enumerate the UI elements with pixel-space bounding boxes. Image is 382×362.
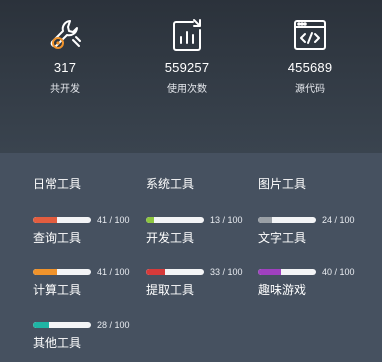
tool-query[interactable]: 41 / 100 查询工具 bbox=[33, 215, 148, 246]
stat-developed: 317 共开发 bbox=[5, 16, 125, 95]
usage-bar-fill bbox=[146, 217, 154, 223]
stat-usage: 559257 使用次数 bbox=[127, 16, 247, 95]
usage-bar bbox=[258, 269, 316, 275]
usage-bar bbox=[33, 269, 91, 275]
category-image[interactable]: 图片工具 bbox=[258, 175, 306, 192]
category-system[interactable]: 系统工具 bbox=[146, 175, 194, 192]
usage-count: 41 / 100 bbox=[97, 215, 130, 225]
code-window-icon bbox=[294, 20, 326, 50]
stat-label: 源代码 bbox=[295, 84, 325, 95]
stats-panel: 317 共开发 559257 使用次数 455689 源代码 bbox=[0, 0, 382, 153]
category-daily[interactable]: 日常工具 bbox=[33, 175, 81, 192]
tool-dev[interactable]: 13 / 100 开发工具 bbox=[146, 215, 261, 246]
usage-count: 28 / 100 bbox=[97, 320, 130, 330]
tool-name: 文字工具 bbox=[258, 231, 307, 245]
usage-bar bbox=[258, 217, 316, 223]
usage-count: 13 / 100 bbox=[210, 215, 243, 225]
tool-calc[interactable]: 41 / 100 计算工具 bbox=[33, 267, 148, 298]
usage-bar-fill bbox=[33, 217, 57, 223]
tool-extract[interactable]: 33 / 100 提取工具 bbox=[146, 267, 261, 298]
usage-bar bbox=[146, 217, 204, 223]
usage-bar-fill bbox=[33, 322, 50, 328]
tool-text[interactable]: 24 / 100 文字工具 bbox=[258, 215, 373, 246]
usage-count: 24 / 100 bbox=[322, 215, 355, 225]
usage-bar-fill bbox=[258, 269, 282, 275]
stat-source: 455689 源代码 bbox=[250, 16, 370, 95]
stat-label: 使用次数 bbox=[167, 84, 207, 95]
tool-other[interactable]: 28 / 100 其他工具 bbox=[33, 320, 148, 351]
stat-value: 455689 bbox=[287, 60, 333, 75]
usage-bar bbox=[33, 322, 91, 328]
stat-value: 317 bbox=[53, 60, 77, 75]
usage-count: 40 / 100 bbox=[322, 267, 355, 277]
stat-label: 共开发 bbox=[50, 84, 80, 95]
tool-name: 提取工具 bbox=[146, 283, 195, 297]
tool-name: 计算工具 bbox=[33, 283, 82, 297]
tool-name: 开发工具 bbox=[146, 231, 195, 245]
usage-bar bbox=[33, 217, 91, 223]
usage-count: 33 / 100 bbox=[210, 267, 243, 277]
usage-bar-fill bbox=[146, 269, 166, 275]
tools-panel: 日常工具 系统工具 图片工具 41 / 100 查询工具 13 / 100 开发… bbox=[0, 153, 382, 362]
wrench-gear-icon bbox=[50, 20, 81, 49]
usage-bar-fill bbox=[258, 217, 272, 223]
tool-games[interactable]: 40 / 100 趣味游戏 bbox=[258, 267, 373, 298]
usage-bar bbox=[146, 269, 204, 275]
bar-chart-icon bbox=[173, 19, 201, 51]
tool-name: 其他工具 bbox=[33, 336, 82, 350]
stat-value: 559257 bbox=[164, 60, 210, 75]
tool-name: 趣味游戏 bbox=[258, 283, 307, 297]
usage-bar-fill bbox=[33, 269, 57, 275]
usage-count: 41 / 100 bbox=[97, 267, 130, 277]
tool-name: 查询工具 bbox=[33, 231, 82, 245]
